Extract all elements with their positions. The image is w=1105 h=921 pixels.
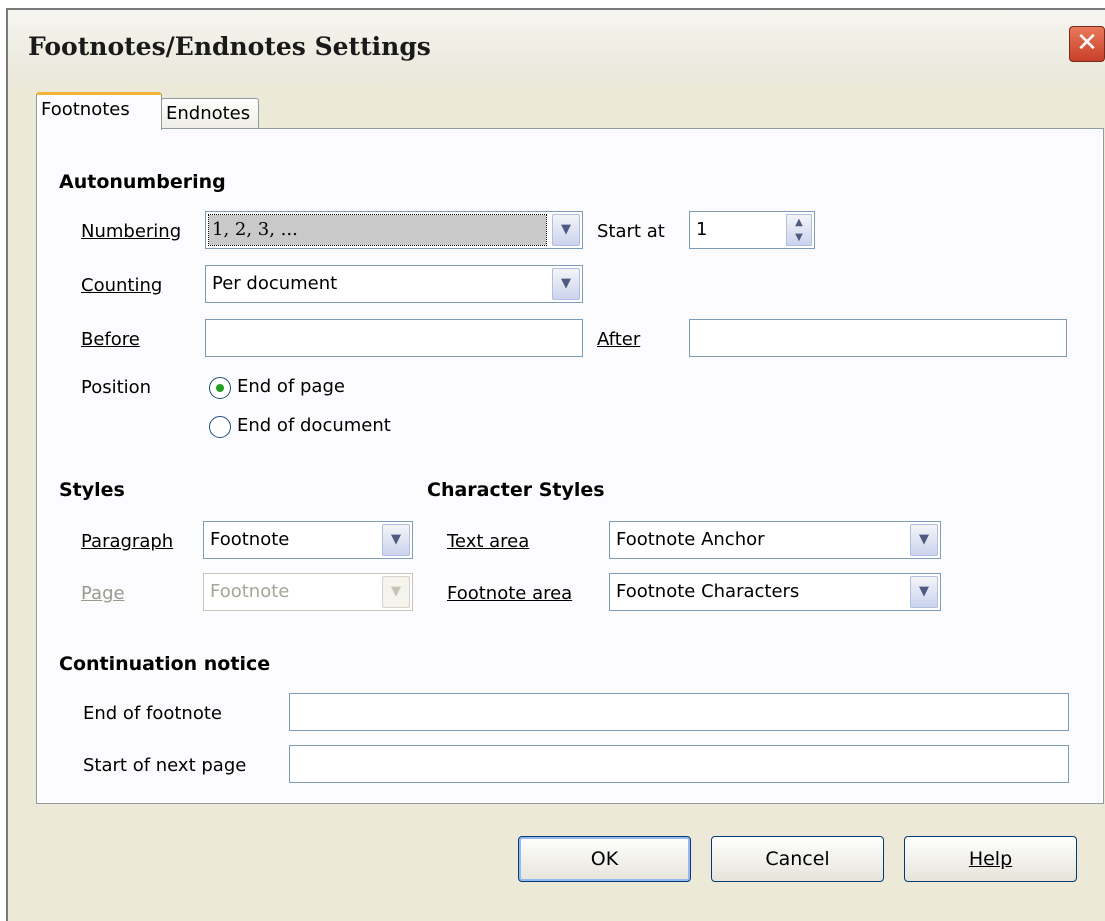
ok-button-label: OK	[590, 848, 619, 870]
radio-end-of-document[interactable]	[209, 416, 231, 438]
radio-selected-dot	[216, 384, 224, 392]
before-label: Before	[81, 329, 140, 350]
footnote-area-style-value: Footnote Characters	[616, 581, 800, 602]
footnote-area-label-text: Footnote area	[447, 583, 573, 604]
continuation-heading: Continuation notice	[59, 653, 271, 675]
tab-footnotes[interactable]: Footnotes	[36, 92, 162, 130]
chevron-down-icon: ▼	[919, 584, 929, 599]
end-of-footnote-label-text: End of footnote	[83, 703, 222, 724]
text-area-style-value: Footnote Anchor	[616, 529, 765, 550]
numbering-select[interactable]: 1, 2, 3, ... ▼	[205, 211, 583, 249]
paragraph-style-value: Footnote	[210, 529, 290, 550]
help-button-label: Help	[968, 848, 1013, 870]
close-button[interactable]: ✕	[1069, 26, 1105, 62]
end-of-document-label[interactable]: End of document	[237, 415, 391, 436]
page-label-text: Page	[81, 583, 125, 604]
start-of-next-page-input[interactable]	[289, 745, 1069, 783]
autonumbering-heading: Autonumbering	[59, 171, 226, 193]
counting-label: Counting	[81, 275, 162, 296]
start-at-spin-buttons[interactable]: ▲ ▼	[786, 214, 812, 246]
start-at-value: 1	[696, 219, 708, 240]
numbering-dropdown-button[interactable]: ▼	[552, 214, 580, 246]
chevron-down-icon: ▼	[561, 222, 571, 237]
after-input[interactable]	[689, 319, 1067, 357]
footnote-area-dropdown-button[interactable]: ▼	[910, 576, 938, 608]
title-bar[interactable]: Footnotes/Endnotes Settings ✕	[8, 10, 1105, 86]
end-of-footnote-label: End of footnote	[83, 703, 222, 724]
character-styles-heading: Character Styles	[427, 479, 605, 501]
after-label: After	[597, 329, 640, 350]
footnote-area-label: Footnote area	[447, 583, 572, 604]
counting-label-text: Counting	[81, 275, 163, 296]
footnotes-panel: Autonumbering Numbering 1, 2, 3, ... ▼ S…	[36, 128, 1104, 804]
footnote-area-style-select[interactable]: Footnote Characters ▼	[609, 573, 941, 611]
before-input[interactable]	[205, 319, 583, 357]
text-area-label-text: Text area	[447, 531, 530, 552]
chevron-down-icon: ▼	[919, 532, 929, 547]
tab-footnotes-label: Footnotes	[41, 99, 130, 120]
page-label: Page	[81, 583, 125, 604]
radio-end-of-page[interactable]	[209, 377, 231, 399]
spin-down-icon[interactable]: ▼	[787, 230, 811, 245]
page-style-value: Footnote	[210, 581, 290, 602]
counting-dropdown-button[interactable]: ▼	[552, 268, 580, 300]
before-label-text: Before	[81, 329, 140, 350]
dialog-window: Footnotes/Endnotes Settings ✕ Footnotes …	[6, 8, 1105, 921]
page-dropdown-button: ▼	[382, 576, 410, 608]
chevron-down-icon: ▼	[391, 584, 401, 599]
tab-endnotes[interactable]: Endnotes	[161, 98, 259, 130]
paragraph-dropdown-button[interactable]: ▼	[382, 524, 410, 556]
position-label: Position	[81, 377, 152, 398]
page-style-select: Footnote ▼	[203, 573, 413, 611]
start-at-label-text: Start at	[597, 221, 665, 242]
start-of-next-page-label-text: Start of next page	[83, 755, 247, 776]
end-of-footnote-input[interactable]	[289, 693, 1069, 731]
paragraph-style-select[interactable]: Footnote ▼	[203, 521, 413, 559]
styles-heading: Styles	[59, 479, 125, 501]
counting-value: Per document	[212, 273, 338, 294]
text-area-label: Text area	[447, 531, 529, 552]
counting-select[interactable]: Per document ▼	[205, 265, 583, 303]
cancel-button-label: Cancel	[765, 848, 830, 870]
end-of-page-label[interactable]: End of page	[237, 376, 345, 397]
numbering-label-text: Numbering	[81, 221, 182, 242]
start-at-label: Start at	[597, 221, 665, 242]
text-area-style-select[interactable]: Footnote Anchor ▼	[609, 521, 941, 559]
start-of-next-page-label: Start of next page	[83, 755, 246, 776]
numbering-value: 1, 2, 3, ...	[208, 214, 547, 246]
paragraph-label: Paragraph	[81, 531, 173, 552]
help-button[interactable]: Help	[904, 836, 1077, 882]
close-icon: ✕	[1076, 28, 1098, 58]
text-area-dropdown-button[interactable]: ▼	[910, 524, 938, 556]
after-label-text: After	[597, 329, 641, 350]
ok-button[interactable]: OK	[518, 836, 691, 882]
chevron-down-icon: ▼	[561, 276, 571, 291]
numbering-label: Numbering	[81, 221, 181, 242]
chevron-down-icon: ▼	[391, 532, 401, 547]
paragraph-label-text: Paragraph	[81, 531, 174, 552]
dialog-title: Footnotes/Endnotes Settings	[28, 32, 431, 61]
tab-endnotes-label: Endnotes	[166, 103, 251, 124]
spin-up-icon[interactable]: ▲	[787, 215, 811, 230]
cancel-button[interactable]: Cancel	[711, 836, 884, 882]
start-at-spinner[interactable]: 1 ▲ ▼	[689, 211, 815, 249]
